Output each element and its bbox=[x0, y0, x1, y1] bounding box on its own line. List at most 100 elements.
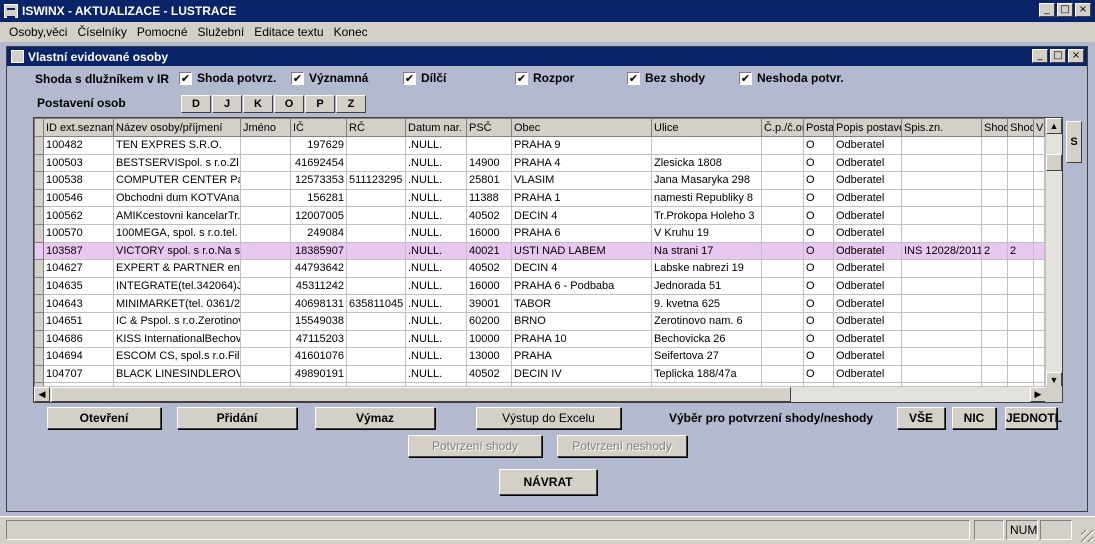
table-cell[interactable]: 13000 bbox=[466, 347, 512, 366]
table-cell[interactable]: .NULL. bbox=[405, 311, 467, 331]
checkbox-neshoda-potvr[interactable]: ✔ Neshoda potvr. bbox=[739, 71, 844, 85]
table-cell[interactable]: 11388 bbox=[466, 188, 512, 208]
table-cell[interactable]: 104694 bbox=[43, 347, 114, 366]
table-row[interactable]: 100482 TEN EXPRES S.R.O. 197629 .NULL. PRAHA… bbox=[34, 136, 1045, 155]
table-cell[interactable] bbox=[981, 259, 1008, 278]
grid-column-header[interactable]: ID ext.seznam bbox=[43, 118, 114, 137]
table-cell[interactable]: 100538 bbox=[43, 171, 114, 190]
table-cell[interactable]: O bbox=[803, 347, 834, 366]
table-cell[interactable]: 100546 bbox=[43, 188, 114, 208]
child-close-icon[interactable]: × bbox=[1068, 49, 1084, 63]
table-cell[interactable] bbox=[901, 171, 982, 190]
table-cell[interactable]: DECIN 4 bbox=[511, 206, 652, 225]
potvrzeni-shody-button[interactable]: Potvrzení shody bbox=[408, 435, 542, 457]
table-cell[interactable]: Odberatel bbox=[833, 223, 902, 243]
postaveni-button-k[interactable]: K bbox=[243, 95, 273, 113]
table-cell[interactable] bbox=[761, 329, 804, 349]
table-cell[interactable]: ESCOM CS, spol.s r.o.Filia bbox=[113, 347, 241, 366]
table-cell[interactable] bbox=[761, 153, 804, 173]
table-cell[interactable] bbox=[761, 136, 804, 155]
grid-column-header[interactable]: Jméno bbox=[240, 118, 291, 137]
row-indicator[interactable] bbox=[34, 206, 44, 225]
table-cell[interactable]: 40698131 bbox=[290, 294, 347, 313]
table-cell[interactable] bbox=[901, 136, 982, 155]
table-row[interactable]: 104694 ESCOM CS, spol.s r.o.Filia 41601076… bbox=[34, 347, 1045, 366]
table-row[interactable]: 103587 VICTORY spol. s r.o.Na st 18385907.… bbox=[34, 241, 1045, 261]
table-cell[interactable]: 104651 bbox=[43, 311, 114, 331]
table-cell[interactable]: O bbox=[803, 223, 834, 243]
table-row[interactable]: 104707 BLACK LINESINDLEROVA 49890191 .NULL.… bbox=[34, 364, 1045, 384]
vystup-excel-button[interactable]: Výstup do Excelu bbox=[476, 407, 621, 429]
table-cell[interactable]: O bbox=[803, 276, 834, 296]
table-cell[interactable]: PRAHA 1 bbox=[511, 188, 652, 208]
table-row[interactable]: 100538COMPUTER CENTER Paso 12573353511123… bbox=[34, 171, 1045, 190]
table-cell[interactable]: .NULL. bbox=[405, 206, 467, 225]
table-cell[interactable]: PRAHA 4 bbox=[511, 153, 652, 173]
table-cell[interactable]: O bbox=[803, 294, 834, 313]
grid-column-header[interactable]: Shod bbox=[1007, 118, 1034, 137]
table-cell[interactable]: .NULL. bbox=[405, 136, 467, 155]
table-cell[interactable] bbox=[1033, 347, 1045, 366]
table-cell[interactable]: 2 bbox=[1007, 241, 1034, 261]
table-cell[interactable]: 635811045 bbox=[346, 294, 406, 313]
table-cell[interactable]: .NULL. bbox=[405, 294, 467, 313]
table-cell[interactable]: IC & Pspol. s r.o.Zerotinov bbox=[113, 311, 241, 331]
table-cell[interactable] bbox=[1007, 347, 1034, 366]
maximize-icon[interactable]: □ bbox=[1057, 3, 1073, 17]
table-cell[interactable] bbox=[981, 206, 1008, 225]
table-cell[interactable] bbox=[1007, 171, 1034, 190]
table-cell[interactable]: 104635 bbox=[43, 276, 114, 296]
table-cell[interactable] bbox=[901, 276, 982, 296]
table-cell[interactable] bbox=[240, 276, 291, 296]
row-indicator[interactable] bbox=[34, 188, 44, 208]
row-indicator[interactable] bbox=[34, 171, 44, 190]
child-minimize-icon[interactable]: _ bbox=[1032, 49, 1048, 63]
table-cell[interactable] bbox=[761, 188, 804, 208]
table-cell[interactable]: EXPERT & PARTNER engi bbox=[113, 259, 241, 278]
pridani-button[interactable]: Přidání bbox=[177, 407, 297, 429]
row-indicator[interactable] bbox=[34, 153, 44, 173]
table-cell[interactable]: Odberatel bbox=[833, 206, 902, 225]
table-cell[interactable]: .NULL. bbox=[405, 171, 467, 190]
table-cell[interactable]: Odberatel bbox=[833, 136, 902, 155]
table-cell[interactable] bbox=[1033, 223, 1045, 243]
table-cell[interactable]: Jana Masaryka 298 bbox=[651, 171, 762, 190]
vertical-scrollbar[interactable]: ▲ ▼ bbox=[1045, 118, 1062, 388]
table-cell[interactable]: .NULL. bbox=[405, 241, 467, 261]
table-cell[interactable] bbox=[346, 329, 406, 349]
table-row[interactable]: 100546 Obchodni dum KOTVAnar 156281 .NULL. 1… bbox=[34, 188, 1045, 208]
table-cell[interactable] bbox=[1033, 276, 1045, 296]
postaveni-button-o[interactable]: O bbox=[274, 95, 304, 113]
table-cell[interactable]: INTEGRATE(tel.342064)Je bbox=[113, 276, 241, 296]
table-cell[interactable] bbox=[761, 206, 804, 225]
table-cell[interactable] bbox=[240, 153, 291, 173]
jednotl-button[interactable]: JEDNOTL bbox=[1005, 407, 1062, 429]
table-cell[interactable] bbox=[901, 294, 982, 313]
horizontal-scrollbar[interactable]: ◀ ▶ bbox=[34, 386, 1046, 402]
table-cell[interactable]: TEN EXPRES S.R.O. bbox=[113, 136, 241, 155]
table-cell[interactable] bbox=[1007, 311, 1034, 331]
table-cell[interactable]: Zlesicka 1808 bbox=[651, 153, 762, 173]
table-cell[interactable] bbox=[240, 329, 291, 349]
table-cell[interactable]: 40502 bbox=[466, 259, 512, 278]
grid-column-header[interactable]: Č.p./č.or. bbox=[761, 118, 804, 137]
table-cell[interactable] bbox=[761, 364, 804, 384]
table-cell[interactable] bbox=[240, 136, 291, 155]
table-cell[interactable] bbox=[981, 294, 1008, 313]
table-cell[interactable]: O bbox=[803, 206, 834, 225]
table-cell[interactable]: MINIMARKET(tel. 0361/242 bbox=[113, 294, 241, 313]
row-indicator[interactable] bbox=[34, 347, 44, 366]
table-cell[interactable] bbox=[346, 259, 406, 278]
table-cell[interactable]: KISS InternationalBechovi bbox=[113, 329, 241, 349]
table-cell[interactable]: Na strani 17 bbox=[651, 241, 762, 261]
table-cell[interactable] bbox=[1007, 259, 1034, 278]
table-cell[interactable] bbox=[1007, 329, 1034, 349]
menu-ciselniky[interactable]: Číselníky bbox=[72, 25, 131, 39]
table-cell[interactable] bbox=[346, 364, 406, 384]
table-cell[interactable]: 104643 bbox=[43, 294, 114, 313]
checkbox-dilci[interactable]: ✔ Dílčí bbox=[403, 71, 446, 85]
postaveni-button-z[interactable]: Z bbox=[336, 95, 366, 113]
grid-column-header[interactable]: Datum nar. bbox=[405, 118, 467, 137]
table-cell[interactable] bbox=[1007, 188, 1034, 208]
table-cell[interactable]: Tr.Prokopa Holeho 3 bbox=[651, 206, 762, 225]
